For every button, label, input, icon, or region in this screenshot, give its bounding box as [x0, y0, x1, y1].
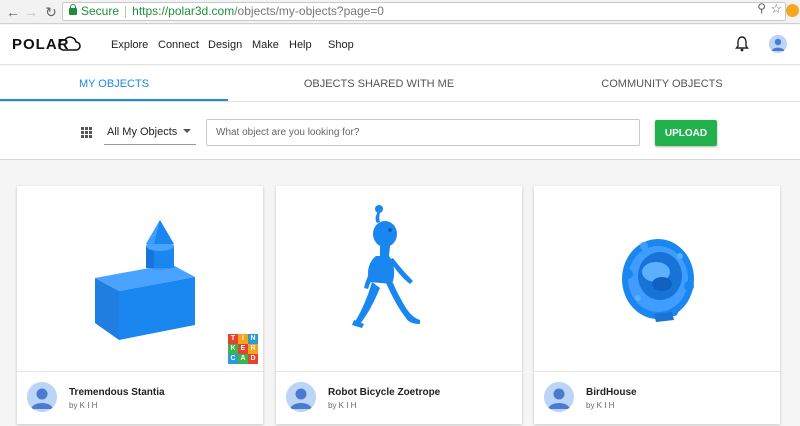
search-toolbar: All My Objects UPLOAD: [0, 102, 800, 160]
filter-underline: [104, 144, 196, 145]
zoom-icon[interactable]: ⚲: [757, 1, 766, 15]
object-thumbnail[interactable]: [534, 186, 780, 371]
model-preview-icon: [95, 220, 195, 340]
user-avatar-icon: [544, 382, 574, 412]
tinker-letter: K: [228, 344, 238, 354]
author-avatar[interactable]: [544, 382, 574, 412]
address-bar[interactable]: Secure | https://polar3d.com/objects/my-ob…: [62, 2, 786, 21]
upload-button[interactable]: UPLOAD: [655, 120, 717, 146]
lock-icon: [69, 4, 77, 15]
extension-icon[interactable]: [786, 4, 799, 17]
nav-design[interactable]: Design: [208, 39, 242, 51]
tinker-letter: E: [238, 344, 248, 354]
tinker-letter: C: [228, 354, 238, 364]
bookmark-star-icon[interactable]: ☆: [770, 1, 782, 17]
user-avatar[interactable]: [769, 35, 787, 53]
object-title[interactable]: BirdHouse: [586, 387, 637, 398]
tinker-letter: A: [238, 354, 248, 364]
tinker-letter: I: [238, 334, 248, 344]
url-path: /objects/my-objects?page=0: [234, 4, 384, 18]
url-host: https://polar3d.com: [132, 4, 235, 18]
object-tabs: MY OBJECTS OBJECTS SHARED WITH ME COMMUN…: [0, 66, 800, 102]
object-title[interactable]: Tremendous Stantia: [69, 387, 165, 398]
tab-my-objects[interactable]: MY OBJECTS: [0, 66, 228, 102]
tinker-letter: T: [228, 334, 238, 344]
search-input[interactable]: [206, 119, 640, 146]
nav-shop[interactable]: Shop: [328, 39, 354, 51]
back-arrow-icon[interactable]: ←: [4, 3, 22, 21]
object-author: by K I H: [328, 401, 357, 410]
object-thumbnail[interactable]: T I N K E R C A D: [17, 186, 263, 371]
reload-icon[interactable]: ↻: [42, 3, 60, 21]
url-separator: |: [124, 4, 128, 18]
tab-community-objects[interactable]: COMMUNITY OBJECTS: [548, 66, 776, 102]
card-footer: Tremendous Stantia by K I H: [17, 371, 263, 424]
tinker-letter: D: [248, 354, 258, 364]
object-card[interactable]: BirdHouse by K I H: [534, 186, 780, 424]
card-footer: BirdHouse by K I H: [534, 371, 780, 424]
cloud-logo-icon[interactable]: [57, 33, 81, 53]
model-preview-icon: [352, 205, 420, 328]
nav-explore[interactable]: Explore: [111, 39, 148, 51]
app-header: POLAR Explore Connect Design Make Help S…: [0, 25, 800, 65]
tab-objects-shared[interactable]: OBJECTS SHARED WITH ME: [265, 66, 493, 102]
user-avatar-icon: [769, 35, 787, 53]
model-preview-icon: [622, 239, 694, 322]
tinker-letter: N: [248, 334, 258, 344]
author-avatar[interactable]: [286, 382, 316, 412]
secure-label: Secure: [81, 4, 120, 18]
tinkercad-badge-icon: T I N K E R C A D: [228, 334, 258, 364]
object-thumbnail[interactable]: [276, 186, 522, 371]
notification-bell-icon[interactable]: [735, 36, 749, 52]
nav-help[interactable]: Help: [289, 39, 312, 51]
grid-view-icon[interactable]: [81, 127, 92, 138]
filter-select[interactable]: All My Objects: [107, 126, 177, 138]
browser-toolbar: ← → ↻ Secure | https://polar3d.com/objects…: [0, 0, 800, 24]
object-card[interactable]: Robot Bicycle Zoetrope by K I H: [276, 186, 522, 424]
object-card[interactable]: T I N K E R C A D Tremendous Stantia by …: [17, 186, 263, 424]
nav-make[interactable]: Make: [252, 39, 279, 51]
object-author: by K I H: [69, 401, 98, 410]
user-avatar-icon: [27, 382, 57, 412]
forward-arrow-icon[interactable]: →: [22, 3, 40, 21]
user-avatar-icon: [286, 382, 316, 412]
nav-connect[interactable]: Connect: [158, 39, 199, 51]
object-title[interactable]: Robot Bicycle Zoetrope: [328, 387, 440, 398]
chevron-down-icon[interactable]: [183, 129, 191, 133]
object-author: by K I H: [586, 401, 615, 410]
tinker-letter: R: [248, 344, 258, 354]
card-footer: Robot Bicycle Zoetrope by K I H: [276, 371, 522, 424]
author-avatar[interactable]: [27, 382, 57, 412]
